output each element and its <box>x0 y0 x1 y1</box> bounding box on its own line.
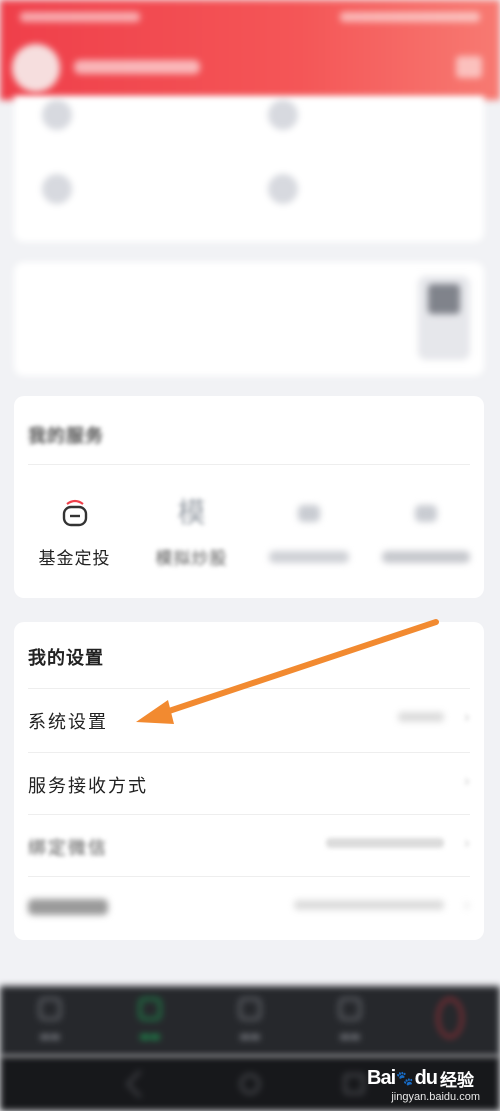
service-label <box>250 548 367 568</box>
mo-icon: 模 <box>177 496 206 529</box>
watermark-brand: Bai <box>367 1066 396 1089</box>
message-icon[interactable] <box>456 56 482 78</box>
row-label: 服务接收方式 <box>28 776 148 797</box>
fund-tile[interactable] <box>250 168 450 218</box>
bottom-nav: ▬▬ ▬▬ ▬▬ ▬▬ <box>0 986 500 1056</box>
fund-icon <box>268 100 298 130</box>
fund-icon <box>268 174 298 204</box>
settings-row[interactable]: › <box>14 878 484 940</box>
nav-market[interactable]: ▬▬ <box>100 986 200 1056</box>
market-icon <box>139 998 161 1020</box>
divider <box>28 464 470 465</box>
nav-label: ▬▬ <box>39 1030 61 1043</box>
watermark-brand-2: du <box>414 1066 438 1089</box>
divider <box>28 688 470 689</box>
home-icon <box>39 998 61 1020</box>
profile-icon <box>437 998 463 1038</box>
fund-icon <box>42 100 72 130</box>
status-bar <box>20 8 480 28</box>
trade-icon <box>239 998 261 1020</box>
row-value <box>398 712 444 725</box>
row-label: 绑定微信 <box>28 838 108 859</box>
nav-trade[interactable]: ▬▬ <box>200 986 300 1056</box>
divider <box>28 752 470 753</box>
watermark-jingyan: 经验 <box>440 1070 474 1090</box>
profile-header <box>0 0 500 100</box>
nav-home[interactable]: ▬▬ <box>0 986 100 1056</box>
home-button-icon[interactable] <box>240 1074 260 1094</box>
my-settings-card: 我的设置 系统设置 › 服务接收方式 › 绑定微信 › › <box>14 622 484 940</box>
nav-info[interactable]: ▬▬ <box>300 986 400 1056</box>
service-label: 基金定投 <box>38 549 111 569</box>
chevron-right-icon: › <box>464 834 470 852</box>
paw-icon: 🐾 <box>396 1069 414 1086</box>
my-services-card: 我的服务 基金定投 模 模拟炒股 <box>14 396 484 598</box>
fund-tile[interactable] <box>250 94 450 144</box>
settings-title: 我的设置 <box>28 648 104 669</box>
row-label <box>28 896 108 917</box>
service-fund-plan[interactable]: 基金定投 <box>16 492 133 582</box>
settings-row-system[interactable]: 系统设置 › <box>14 690 484 752</box>
service-label <box>367 548 484 568</box>
fund-tile[interactable] <box>24 168 224 218</box>
avatar[interactable] <box>12 44 60 92</box>
status-right <box>340 12 480 22</box>
row-label: 系统设置 <box>28 712 108 733</box>
divider <box>28 876 470 877</box>
services-title: 我的服务 <box>28 426 104 447</box>
row-value <box>326 838 444 851</box>
nav-label: ▬▬ <box>339 1030 361 1043</box>
settings-row-bind-wechat[interactable]: 绑定微信 › <box>14 816 484 878</box>
watermark-logo: Bai 🐾 du 经验 <box>367 1066 474 1090</box>
fund-icon <box>42 174 72 204</box>
chevron-right-icon: › <box>464 708 470 726</box>
service-item[interactable] <box>367 492 484 582</box>
service-simulated-trading[interactable]: 模 模拟炒股 <box>133 492 250 582</box>
fund-tile[interactable] <box>24 94 224 144</box>
fund-grid-card <box>14 96 484 242</box>
box-icon <box>409 496 443 538</box>
recents-icon[interactable] <box>344 1074 364 1094</box>
back-icon[interactable] <box>125 1069 155 1099</box>
wallet-icon <box>58 496 92 538</box>
box-icon <box>292 496 326 538</box>
divider <box>28 814 470 815</box>
promo-banner[interactable] <box>14 262 484 376</box>
nav-profile[interactable] <box>400 986 500 1056</box>
nav-label: ▬▬ <box>239 1030 261 1043</box>
chevron-right-icon: › <box>464 772 470 790</box>
watermark-url: jingyan.baidu.com <box>391 1091 480 1103</box>
service-label: 模拟炒股 <box>155 549 228 569</box>
settings-row-receive-method[interactable]: 服务接收方式 › <box>14 754 484 816</box>
username[interactable] <box>74 60 200 74</box>
banner-image <box>418 276 470 360</box>
service-item[interactable] <box>250 492 367 582</box>
info-icon <box>339 998 361 1020</box>
row-value <box>294 900 444 913</box>
chevron-right-icon: › <box>464 896 470 914</box>
nav-label: ▬▬ <box>139 1030 161 1043</box>
status-left <box>20 12 140 22</box>
